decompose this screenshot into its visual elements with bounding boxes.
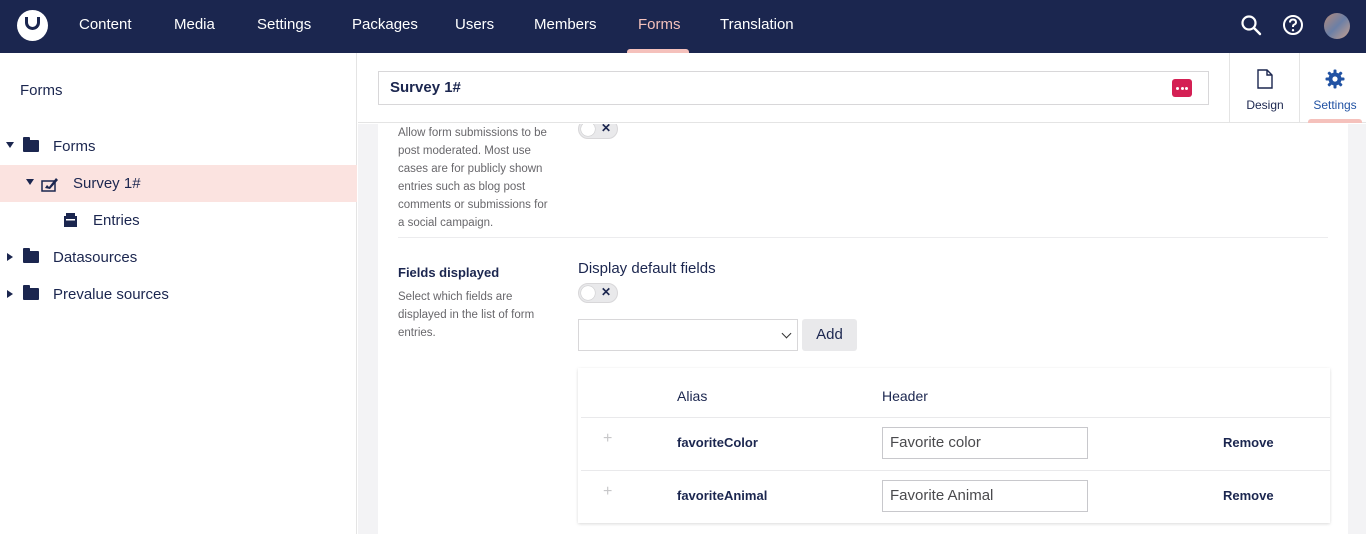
add-field-button[interactable]: Add — [802, 319, 857, 351]
umbraco-logo[interactable] — [17, 10, 48, 41]
moderation-toggle[interactable]: ✕ — [578, 124, 618, 139]
form-edit-icon — [41, 178, 58, 192]
tree-item-label: Prevalue sources — [53, 286, 169, 303]
nav-translation[interactable]: Translation — [720, 16, 794, 33]
drag-handle-icon[interactable]: + — [603, 430, 612, 448]
tab-settings[interactable]: Settings — [1299, 53, 1366, 123]
folder-icon — [23, 137, 39, 152]
nav-packages[interactable]: Packages — [352, 16, 418, 33]
document-icon — [1257, 69, 1273, 89]
caret-down-icon[interactable] — [26, 179, 34, 185]
more-options-button[interactable] — [1172, 79, 1192, 97]
tree-item-survey[interactable]: Survey 1# — [0, 165, 357, 202]
tab-design[interactable]: Design — [1229, 53, 1299, 123]
field-select[interactable] — [578, 319, 798, 351]
row-alias: favoriteAnimal — [677, 488, 768, 503]
tree-item-entries[interactable]: Entries — [0, 202, 357, 239]
drag-handle-icon[interactable]: + — [603, 483, 612, 501]
row-header-input[interactable]: Favorite color — [882, 427, 1088, 459]
row-alias: favoriteColor — [677, 435, 758, 450]
settings-panel: Allow form submissions to be post modera… — [378, 124, 1348, 534]
table-row: + favoriteAnimal Favorite Animal Remove — [581, 470, 1330, 523]
table-row: + favoriteColor Favorite color Remove — [581, 417, 1330, 470]
nav-members[interactable]: Members — [534, 16, 597, 33]
remove-button[interactable]: Remove — [1223, 488, 1274, 503]
display-default-fields-toggle[interactable]: ✕ — [578, 283, 618, 303]
active-tab-indicator — [1308, 119, 1362, 123]
tab-label: Settings — [1313, 98, 1357, 112]
nav-media[interactable]: Media — [174, 16, 215, 33]
remove-button[interactable]: Remove — [1223, 435, 1274, 450]
nav-forms[interactable]: Forms — [638, 16, 681, 33]
fields-table: Alias Header + favoriteColor Favorite co… — [578, 368, 1330, 523]
caret-right-icon[interactable] — [7, 253, 13, 261]
folder-icon — [23, 285, 39, 300]
tree-title: Forms — [20, 82, 63, 99]
caret-down-icon[interactable] — [6, 142, 14, 148]
user-avatar[interactable] — [1324, 13, 1350, 39]
fields-displayed-label: Fields displayed — [398, 265, 500, 280]
search-icon[interactable] — [1240, 14, 1262, 36]
folder-icon — [23, 248, 39, 263]
caret-right-icon[interactable] — [7, 290, 13, 298]
tree-item-label: Forms — [53, 138, 96, 155]
tree-item-label: Survey 1# — [73, 175, 141, 192]
editor-header: Survey 1# Design Settings — [358, 53, 1366, 123]
nav-users[interactable]: Users — [455, 16, 494, 33]
form-name-value: Survey 1# — [390, 79, 461, 96]
top-navigation: Content Media Settings Packages Users Me… — [0, 0, 1366, 53]
display-default-fields-label: Display default fields — [578, 260, 716, 277]
entries-icon — [64, 213, 77, 227]
fields-displayed-description: Select which fields are displayed in the… — [398, 291, 535, 339]
property-divider — [398, 237, 1328, 238]
column-header-header: Header — [882, 388, 928, 404]
row-header-input[interactable]: Favorite Animal — [882, 480, 1088, 512]
section-tree: Forms Forms Survey 1# Entries Datasource… — [0, 53, 357, 534]
help-icon[interactable] — [1282, 14, 1304, 36]
nav-content[interactable]: Content — [79, 16, 132, 33]
form-name-input[interactable]: Survey 1# — [378, 71, 1209, 105]
chevron-down-icon — [781, 328, 792, 339]
column-header-alias: Alias — [677, 388, 708, 404]
gear-icon — [1325, 69, 1345, 89]
nav-settings[interactable]: Settings — [257, 16, 311, 33]
tree-item-forms[interactable]: Forms — [0, 128, 357, 165]
tab-label: Design — [1246, 98, 1284, 112]
moderation-description: Allow form submissions to be post modera… — [398, 127, 548, 229]
settings-content: Allow form submissions to be post modera… — [358, 124, 1366, 534]
toggle-off-icon: ✕ — [601, 285, 612, 299]
tree-item-prevalue-sources[interactable]: Prevalue sources — [0, 276, 357, 313]
tree-item-label: Datasources — [53, 249, 138, 266]
tree-item-label: Entries — [93, 212, 140, 229]
toggle-off-icon: ✕ — [601, 124, 612, 135]
tree-item-datasources[interactable]: Datasources — [0, 239, 357, 276]
